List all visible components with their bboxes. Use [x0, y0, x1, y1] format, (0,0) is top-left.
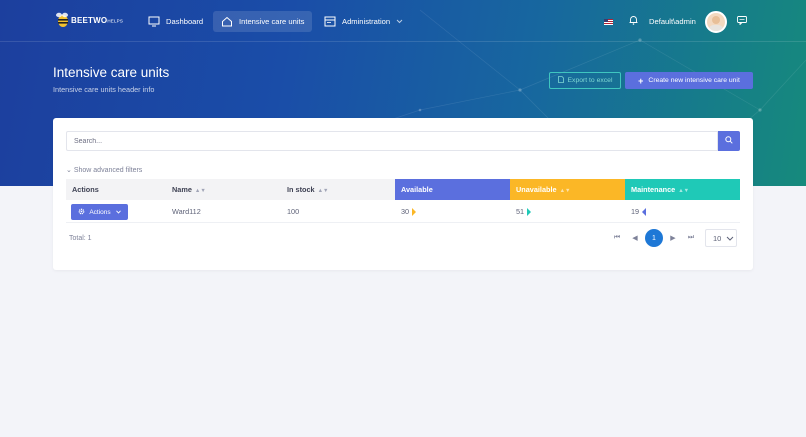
sort-icon: ▲▼ — [194, 188, 206, 194]
row-actions-button[interactable]: Actions — [71, 204, 128, 220]
col-actions: Actions — [72, 185, 99, 194]
user-name[interactable]: Default\admin — [649, 17, 696, 26]
sort-icon: ▲▼ — [317, 188, 329, 194]
table-row: Actions Ward112 100 30 51 19 — [66, 201, 740, 223]
page-button-current[interactable]: 1 — [645, 229, 663, 247]
cell-available: 30 — [395, 201, 417, 223]
col-available[interactable]: Available — [395, 179, 510, 200]
row-actions-label: Actions — [89, 208, 111, 216]
last-page-button[interactable]: ⏭ — [682, 229, 700, 247]
col-name[interactable]: Name ▲▼ — [166, 179, 281, 200]
page-size-value: 10 — [713, 233, 722, 243]
home-icon — [221, 16, 233, 27]
caret-right-icon: ▶ — [670, 235, 676, 242]
page-title: Intensive care units — [53, 65, 170, 80]
nav-dashboard-label: Dashboard — [166, 17, 204, 26]
icu-list-card: ⌄ Show advanced filters Actions Name▲▼ I… — [53, 118, 753, 270]
col-unavailable[interactable]: Unavailable ▲▼ — [510, 179, 625, 200]
arrow-right-icon — [527, 208, 532, 217]
app-logo[interactable]: BEETWOHELPS — [54, 11, 123, 29]
admin-panel-icon — [324, 16, 336, 27]
advanced-filters-toggle[interactable]: ⌄ Show advanced filters — [66, 166, 142, 174]
nav-administration-label: Administration — [342, 17, 391, 26]
last-page-icon: ⏭ — [687, 234, 695, 241]
search-input[interactable] — [66, 131, 718, 151]
chevron-down-icon — [396, 17, 403, 26]
advanced-filters-label: Show advanced filters — [73, 167, 143, 174]
search-button[interactable] — [718, 131, 740, 151]
prev-page-button[interactable]: ◀ — [626, 229, 644, 247]
first-page-button[interactable]: ⏮ — [608, 229, 626, 247]
us-flag-icon[interactable] — [604, 18, 613, 25]
nav-intensive-care-units[interactable]: Intensive care units — [213, 11, 313, 32]
chevron-down-icon — [726, 234, 734, 243]
gear-icon — [78, 208, 85, 217]
export-excel-label: Export to excel — [567, 77, 613, 84]
table-header: Actions Name ▲▼ In stock ▲▼ Available Unav… — [66, 179, 740, 200]
bee-logo-icon — [54, 11, 70, 29]
col-maintenance[interactable]: Maintenance ▲▼ — [625, 179, 740, 200]
logo-text: BEETWOHELPS — [71, 15, 124, 25]
export-excel-button[interactable]: Export to excel — [549, 72, 621, 89]
file-excel-icon — [557, 76, 564, 85]
sort-icon: ▲▼ — [678, 188, 690, 194]
monitor-icon — [148, 16, 160, 27]
total-count: Total: 1 — [69, 235, 92, 242]
page-subtitle: Intensive care units header info — [53, 85, 155, 94]
plus-icon: + — [638, 75, 644, 86]
sort-icon: ▲▼ — [559, 188, 571, 194]
first-page-icon: ⏮ — [613, 234, 621, 241]
chevron-down-icon — [115, 209, 121, 216]
cell-maintenance: 19 — [625, 201, 647, 223]
cell-name: Ward112 — [172, 207, 201, 216]
top-navbar: BEETWOHELPS Dashboard Intensive care uni… — [0, 0, 806, 42]
caret-left-icon: ◀ — [632, 235, 638, 242]
chevron-down-icon: ⌄ — [66, 167, 72, 174]
cell-in-stock: 100 — [287, 207, 300, 216]
nav-dashboard[interactable]: Dashboard — [140, 11, 211, 32]
chat-icon[interactable] — [737, 16, 747, 26]
page-size-select[interactable]: 10 — [705, 229, 737, 247]
bell-icon[interactable] — [629, 15, 638, 25]
col-in-stock[interactable]: In stock ▲▼ — [281, 179, 395, 200]
search-icon — [725, 136, 733, 146]
next-page-button[interactable]: ▶ — [664, 229, 682, 247]
avatar[interactable] — [705, 11, 727, 33]
arrow-left-icon — [642, 208, 647, 217]
create-icu-button[interactable]: + Create new intensive care unit — [625, 72, 753, 89]
arrow-right-icon — [412, 208, 417, 217]
create-icu-label: Create new intensive care unit — [648, 77, 740, 84]
nav-administration[interactable]: Administration — [316, 11, 411, 32]
cell-unavailable: 51 — [510, 201, 532, 223]
nav-icu-label: Intensive care units — [239, 17, 305, 26]
